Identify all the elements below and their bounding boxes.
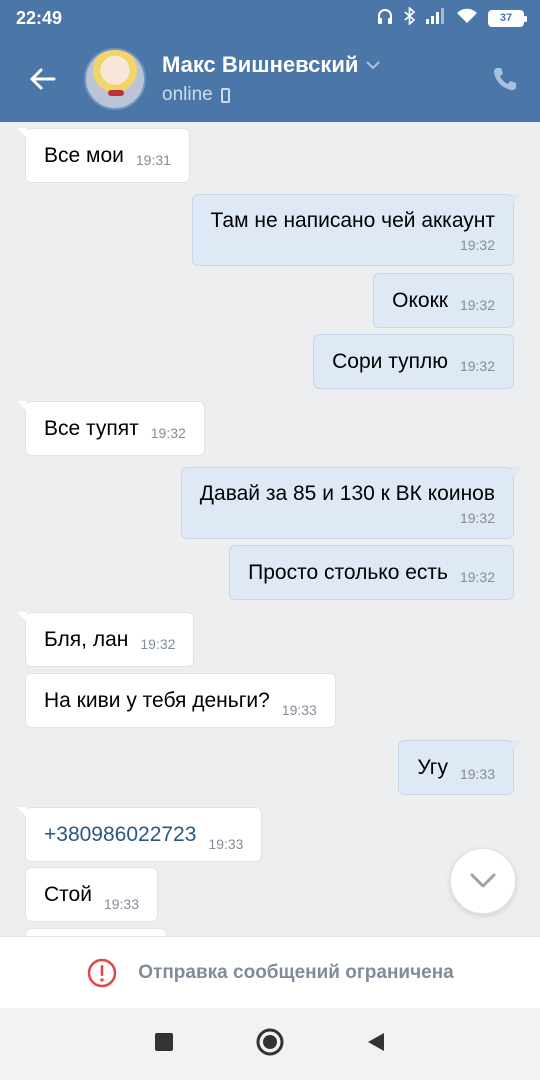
chevron-down-icon (366, 57, 381, 73)
message-time: 19:32 (150, 425, 186, 441)
headphones-icon (376, 7, 394, 30)
message-text: Ококк (392, 289, 448, 312)
message-time: 19:32 (459, 569, 495, 585)
message-time: 19:32 (140, 636, 176, 652)
message-time: 19:32 (459, 510, 495, 526)
message-time: 19:33 (281, 702, 317, 718)
message-time: 19:33 (208, 836, 244, 852)
chat-header: Макс Вишневский online (0, 36, 540, 122)
message-text: Там не написано чей аккаунт (210, 209, 495, 232)
message-time: 19:31 (135, 152, 171, 168)
home-circle-icon[interactable] (255, 1027, 285, 1062)
phone-icon (494, 68, 516, 90)
recents-square-icon[interactable] (153, 1031, 175, 1058)
signal-icon (426, 7, 446, 29)
bluetooth-icon (404, 5, 416, 30)
scroll-to-bottom-button[interactable] (450, 848, 516, 914)
restriction-text: Отправка сообщений ограничена (138, 961, 454, 983)
status-bar: 22:49 37 (0, 0, 540, 36)
message-bubble-outgoing[interactable]: Угу 19:33 (398, 740, 522, 795)
alert-circle-icon (88, 958, 117, 987)
contact-status: online (162, 84, 213, 105)
message-text: Давай за 85 и 130 к ВК коинов (199, 482, 495, 505)
chevron-down-icon (470, 873, 496, 888)
message-bubble-incoming[interactable]: Бля, лан 19:32 (17, 612, 195, 667)
message-bubble-outgoing[interactable]: Ококк 19:32 (373, 273, 514, 328)
message-text: Бля, лан (44, 628, 129, 651)
messaging-restricted-bar: Отправка сообщений ограничена (0, 936, 540, 1008)
message-text: Стой (44, 883, 92, 906)
message-text: Все тупят (44, 417, 139, 440)
system-nav-bar (0, 1008, 540, 1080)
message-time: 19:32 (459, 297, 495, 313)
message-time: 19:32 (459, 358, 495, 374)
status-time: 22:49 (16, 7, 63, 28)
call-button[interactable] (470, 36, 540, 122)
message-text: Сори туплю (332, 350, 448, 373)
message-bubble-incoming[interactable]: На киви у тебя деньги? 19:33 (25, 673, 336, 728)
contact-info[interactable]: Макс Вишневский online (162, 52, 470, 106)
message-bubble-incoming[interactable]: Все тупят 19:32 (17, 401, 205, 456)
status-icons: 37 (376, 5, 527, 30)
message-bubble-incoming[interactable] (25, 928, 167, 936)
arrow-left-icon (30, 68, 56, 90)
message-text: Просто столько есть (248, 561, 448, 584)
message-time: 19:32 (459, 237, 495, 253)
message-time: 19:33 (103, 896, 140, 912)
message-bubble-incoming[interactable]: Стой 19:33 (25, 867, 159, 922)
message-time: 19:33 (459, 766, 495, 782)
message-text: Угу (417, 756, 448, 779)
avatar[interactable] (84, 48, 146, 110)
message-bubble-outgoing[interactable]: Давай за 85 и 130 к ВК коинов 19:32 (180, 467, 522, 539)
message-bubble-incoming[interactable]: +380986022723 19:33 (17, 807, 263, 862)
back-button[interactable] (0, 36, 84, 122)
message-text: Все мои (44, 144, 124, 167)
phone-number-link[interactable]: +380986022723 (44, 823, 196, 847)
wifi-icon (456, 8, 478, 29)
mobile-device-icon (220, 87, 230, 103)
message-bubble-incoming[interactable]: Все мои 19:31 (17, 128, 190, 183)
back-triangle-icon[interactable] (365, 1031, 387, 1058)
message-bubble-outgoing[interactable]: Там не написано чей аккаунт 19:32 (191, 194, 522, 266)
contact-name: Макс Вишневский (162, 52, 359, 77)
message-bubble-outgoing[interactable]: Просто столько есть 19:32 (229, 545, 514, 600)
message-list[interactable]: Все мои 19:31 Там не написано чей аккаун… (0, 122, 540, 936)
message-bubble-outgoing[interactable]: Сори туплю 19:32 (313, 334, 514, 389)
message-text: На киви у тебя деньги? (44, 689, 270, 712)
battery-indicator: 37 (488, 9, 527, 27)
